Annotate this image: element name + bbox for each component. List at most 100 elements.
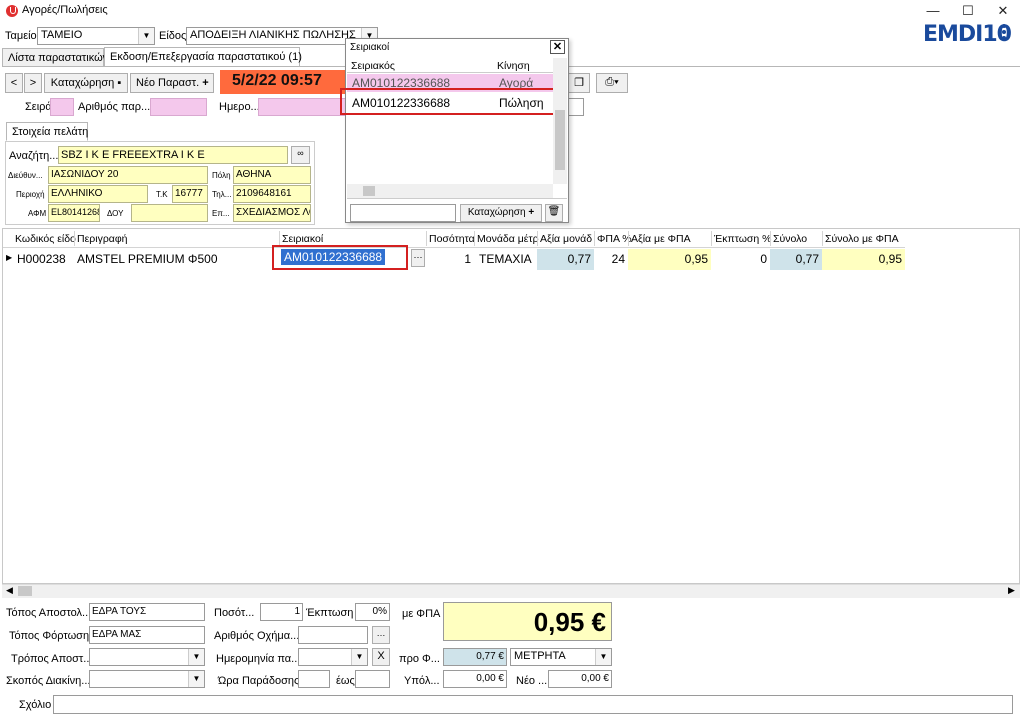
col-quantity[interactable]: Ποσότητα <box>429 233 475 247</box>
serial-more-button[interactable]: ⋯ <box>411 249 425 267</box>
payment-value: ΜΕΤΡΗΤΑ <box>514 650 566 662</box>
doy-input[interactable] <box>131 204 208 222</box>
total-amount: 0,95 € <box>443 602 612 641</box>
grid-horizontal-scrollbar[interactable] <box>2 584 1020 598</box>
afm-input[interactable]: EL80141268 <box>48 204 100 222</box>
eos-label: έως <box>336 675 355 687</box>
col-unit[interactable]: Μονάδα μέτρ <box>477 233 539 247</box>
popup-scroll-thumb[interactable] <box>555 110 565 170</box>
cell-unit-value[interactable]: 0,77 <box>537 249 594 270</box>
hmerominia-select[interactable]: ▼ <box>298 648 368 666</box>
oxima-input[interactable] <box>298 626 368 644</box>
popup-hscroll-thumb[interactable] <box>363 186 375 196</box>
phone-label: Τηλ... <box>212 190 232 199</box>
col-discount[interactable]: Έκπτωση % <box>714 233 772 247</box>
popup-serial-input[interactable] <box>350 204 456 222</box>
next-button[interactable]: > <box>24 73 42 93</box>
cell-discount[interactable]: 0 <box>711 249 770 269</box>
tab-customer[interactable]: Στοιχεία πελάτη <box>6 122 88 141</box>
popup-close-icon[interactable]: ✕ <box>550 40 565 54</box>
popup-highlight-box <box>340 88 565 115</box>
serial-highlight-box <box>272 245 408 270</box>
close-button[interactable]: ✕ <box>988 2 1018 20</box>
print-icon[interactable]: ⎙▾ <box>596 73 628 93</box>
skopos-select[interactable]: ▼ <box>89 670 205 688</box>
cell-vat[interactable]: 24 <box>594 249 628 269</box>
ora-label: Ώρα Παράδοσης <box>218 675 300 687</box>
maximize-button[interactable]: ☐ <box>953 2 983 20</box>
ypol-value[interactable]: 0,00 € <box>443 670 507 688</box>
customer-search-input[interactable]: SBZ I K E FREEEXTRA I K E <box>58 146 288 164</box>
new-label: Νέο Παραστ. <box>136 77 200 89</box>
tk-label: Τ.Κ <box>156 190 168 199</box>
arithmos-input[interactable] <box>150 98 207 116</box>
new-document-button[interactable]: Νέο Παραστ. + <box>130 73 214 93</box>
cell-total[interactable]: 0,77 <box>770 249 822 270</box>
popup-horizontal-scrollbar[interactable] <box>347 184 553 198</box>
seira-input[interactable] <box>50 98 74 116</box>
ora-to-input[interactable] <box>355 670 390 688</box>
ekptosi-label: Έκπτωση <box>306 607 354 619</box>
cell-description[interactable]: AMSTEL PREMIUM Φ500 <box>74 249 279 269</box>
tameio-select[interactable]: ΤΑΜΕΙΟ ▼ <box>37 27 155 45</box>
posotita-label: Ποσότ... <box>214 607 255 619</box>
neo-label: Νέο ... <box>516 675 548 687</box>
col-description[interactable]: Περιγραφή <box>77 233 128 247</box>
window-title: Αγορές/Πωλήσεις <box>22 4 108 16</box>
col-code[interactable]: Κωδικός είδο <box>15 233 76 247</box>
chevron-down-icon: ▼ <box>351 649 367 665</box>
scroll-right-icon[interactable]: ▶ <box>1008 585 1015 596</box>
popup-save-label: Καταχώρηση <box>467 207 526 218</box>
cell-total-vat[interactable]: 0,95 <box>822 249 905 270</box>
date-input[interactable] <box>258 98 346 116</box>
payment-select[interactable]: ΜΕΤΡΗΤΑ ▼ <box>510 648 612 666</box>
scroll-thumb[interactable] <box>18 586 32 596</box>
col-vat[interactable]: ΦΠΑ % <box>597 233 632 247</box>
oxima-more-button[interactable]: … <box>372 626 390 644</box>
search-more-button[interactable]: ∞ <box>291 146 310 164</box>
ora-from-input[interactable] <box>298 670 330 688</box>
posotita-input[interactable]: 1 <box>260 603 303 621</box>
chevron-down-icon: ▼ <box>188 649 204 665</box>
app-icon <box>6 5 18 17</box>
more-menu-icon[interactable] <box>1000 24 1008 44</box>
save-button[interactable]: Καταχώρηση ▪ <box>44 73 128 93</box>
col-value-vat[interactable]: Αξία με ΦΠΑ <box>631 233 691 247</box>
apostoli-input[interactable]: ΕΔΡΑ ΤΟΥΣ <box>89 603 205 621</box>
tropos-select[interactable]: ▼ <box>89 648 205 666</box>
chevron-down-icon: ▼ <box>595 649 611 665</box>
cell-unit[interactable]: ΤΕΜΑΧΙΑ <box>476 249 537 269</box>
tab-document-edit[interactable]: Εκδοση/Επεξεργασία παραστατικού (1) <box>104 47 302 67</box>
oxima-label: Αριθμός Οχήμα... <box>214 630 300 642</box>
col-total-vat[interactable]: Σύνολο με ΦΠΑ <box>825 233 899 247</box>
title-bar <box>0 0 1024 22</box>
col-unit-value[interactable]: Αξία μονάδ <box>540 233 592 247</box>
sxolio-input[interactable] <box>53 695 1013 714</box>
city-input[interactable]: ΑΘΗΝΑ <box>233 166 311 184</box>
col-total[interactable]: Σύνολο <box>773 233 807 247</box>
ekptosi-input[interactable]: 0% <box>355 603 390 621</box>
scroll-left-icon[interactable]: ◀ <box>6 585 13 596</box>
address-input[interactable]: ΙΑΣΩΝΙΔΟΥ 20 <box>48 166 208 184</box>
cell-value-vat[interactable]: 0,95 <box>628 249 711 270</box>
tab-document-list[interactable]: Λίστα παραστατικών <box>2 48 108 67</box>
phone-input[interactable]: 2109648161 <box>233 185 311 203</box>
cell-code[interactable]: H000238 <box>14 249 74 269</box>
copy-icon[interactable]: ❐ <box>568 73 590 93</box>
region-input[interactable]: ΕΛΛΗΝΙΚΟ <box>48 185 148 203</box>
floppy-icon: ▪ <box>117 77 122 89</box>
job-input[interactable]: ΣΧΕΔΙΑΣΜΟΣ ΛΟΓ <box>233 204 311 222</box>
job-label: Επ... <box>212 209 230 218</box>
trash-icon[interactable]: 🗑 <box>545 204 563 222</box>
popup-col-move: Κίνηση <box>497 60 530 72</box>
tk-input[interactable]: 16777 <box>172 185 208 203</box>
cell-quantity[interactable]: 1 <box>426 249 474 269</box>
clear-date-button[interactable]: X <box>372 648 390 666</box>
ypol-label: Υπόλ... <box>404 675 440 687</box>
neo-value[interactable]: 0,00 € <box>548 670 612 688</box>
popup-save-button[interactable]: Καταχώρηση + <box>460 204 542 222</box>
minimize-button[interactable]: — <box>918 2 948 20</box>
fortosi-input[interactable]: ΕΔΡΑ ΜΑΣ <box>89 626 205 644</box>
prev-button[interactable]: < <box>5 73 23 93</box>
pro-label: προ Φ... <box>399 653 440 665</box>
